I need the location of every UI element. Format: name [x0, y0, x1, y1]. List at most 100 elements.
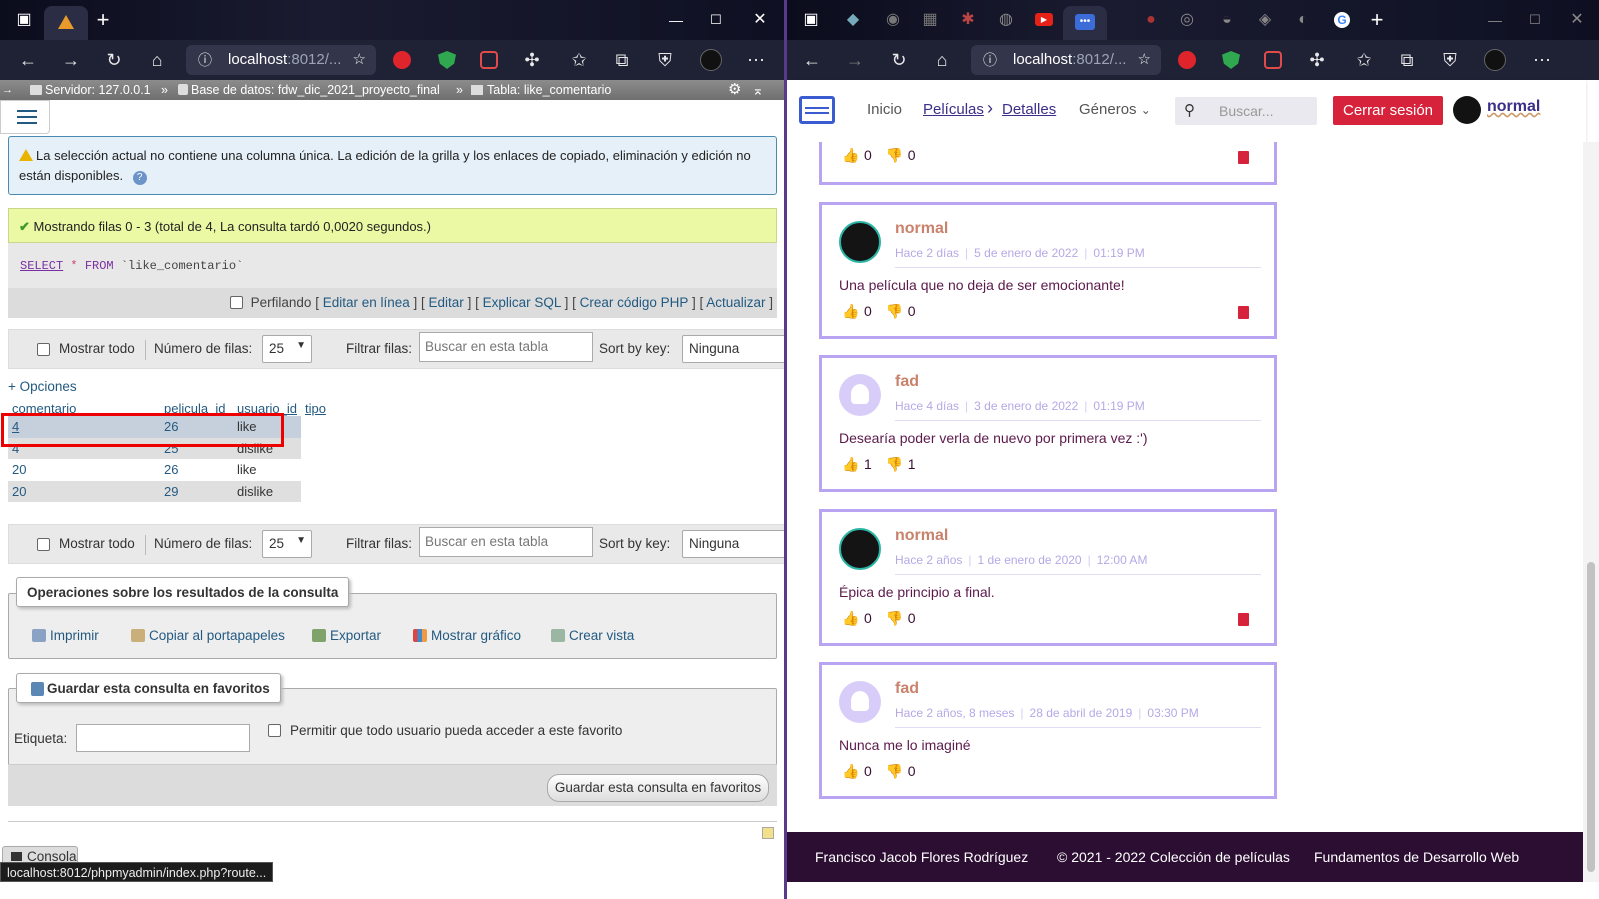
tab-phpmyadmin[interactable] [44, 6, 88, 40]
adblock-icon[interactable] [1178, 51, 1196, 69]
trash-icon[interactable] [1238, 306, 1249, 319]
vertical-scrollbar[interactable] [1583, 142, 1599, 882]
tab-favicon-icon[interactable]: ◐ [1295, 12, 1311, 28]
tab-actions-icon[interactable]: ▣ [803, 12, 819, 28]
php-code-link[interactable]: Crear código PHP [580, 295, 689, 310]
tab-active[interactable]: ••• [1063, 6, 1107, 40]
user-avatar[interactable] [1453, 96, 1481, 124]
refresh-link[interactable]: Actualizar [706, 295, 765, 310]
tab-favicon-icon[interactable]: ◆ [845, 12, 861, 28]
show-chart-link[interactable]: Mostrar gráfico [413, 628, 521, 643]
explain-sql-link[interactable]: Explicar SQL [483, 295, 561, 310]
thumbs-down-icon[interactable]: 👎 [886, 456, 903, 473]
collapse-top-icon[interactable]: ⌅ [752, 80, 764, 100]
column-header[interactable]: tipo [301, 400, 330, 416]
menu-toggle[interactable] [0, 100, 50, 134]
shield-extension-icon[interactable] [1222, 51, 1240, 69]
tab-favicon-icon[interactable]: ▦ [922, 12, 938, 28]
thumbs-up-icon[interactable]: 👍 [842, 763, 859, 780]
collapse-arrow-icon[interactable]: → [2, 80, 13, 100]
filter-input[interactable]: Buscar en esta tabla [419, 332, 593, 362]
close-window-icon[interactable]: ✕ [1569, 12, 1585, 28]
scrollbar-thumb[interactable] [1587, 562, 1595, 872]
nav-movies-link[interactable]: Películas [923, 101, 984, 118]
help-icon[interactable]: ? [132, 171, 147, 185]
reload-icon[interactable]: ↻ [104, 50, 124, 70]
new-tab-icon[interactable]: + [95, 9, 111, 31]
extensions-puzzle-icon[interactable]: ✣ [522, 50, 542, 70]
breadcrumb-database[interactable]: Base de datos: fdw_dic_2021_proyecto_fin… [191, 80, 440, 100]
sort-select[interactable]: Ninguna [682, 530, 800, 558]
table-row[interactable]: 20 29 dislike [8, 480, 330, 502]
bookmark-label-input[interactable] [76, 724, 250, 752]
thumbs-down-icon[interactable]: 👎 [886, 303, 903, 320]
console-toggle-icon[interactable] [762, 827, 774, 839]
google-tab-icon[interactable]: G [1334, 12, 1350, 28]
comment-username[interactable]: fad [895, 680, 919, 698]
cell-comentario[interactable]: 20 [8, 459, 160, 481]
sql-keyword[interactable]: SELECT [20, 259, 63, 273]
favorite-star-icon[interactable]: ☆ [353, 45, 366, 75]
tab-favicon-icon[interactable]: ◈ [1257, 12, 1273, 28]
home-icon[interactable]: ⌂ [932, 50, 952, 70]
forward-icon[interactable]: → [61, 50, 81, 70]
extensions-puzzle-icon[interactable]: ✣ [1307, 50, 1327, 70]
close-window-icon[interactable]: ✕ [752, 12, 768, 28]
youtube-tab-icon[interactable]: ▶ [1035, 13, 1053, 26]
thumbs-down-icon[interactable]: 👎 [886, 147, 903, 164]
more-menu-icon[interactable]: ⋯ [1532, 50, 1552, 70]
back-icon[interactable]: ← [802, 50, 822, 70]
logout-button[interactable]: Cerrar sesión [1333, 96, 1443, 125]
thumbs-up-icon[interactable]: 👍 [842, 610, 859, 627]
github-tab-icon[interactable]: ◎ [1179, 12, 1195, 28]
public-bookmark-checkbox[interactable] [268, 724, 281, 737]
browser-essentials-icon[interactable]: ⛨ [655, 50, 675, 70]
home-icon[interactable]: ⌂ [147, 50, 167, 70]
minimize-icon[interactable]: — [668, 12, 684, 28]
thumbs-down-icon[interactable]: 👎 [886, 763, 903, 780]
profile-avatar[interactable] [1484, 49, 1506, 71]
site-logo-icon[interactable] [799, 96, 835, 124]
site-info-icon[interactable]: ⓘ [983, 45, 997, 75]
profile-avatar[interactable] [700, 49, 722, 71]
save-bookmark-button[interactable]: Guardar esta consulta en favoritos [547, 774, 769, 802]
favorite-star-icon[interactable]: ☆ [1138, 45, 1151, 75]
options-link[interactable]: + Opciones [8, 379, 77, 394]
nav-home-link[interactable]: Inicio [867, 101, 902, 118]
adblock-icon[interactable] [393, 51, 411, 69]
shield-extension-icon[interactable] [438, 51, 456, 69]
rows-select[interactable]: 25 ▼ [262, 335, 312, 363]
show-all-checkbox[interactable] [37, 343, 50, 356]
comment-username[interactable]: normal [895, 220, 948, 238]
inline-edit-link[interactable]: Editar en línea [323, 295, 410, 310]
show-all-checkbox[interactable] [37, 538, 50, 551]
settings-gear-icon[interactable]: ⚙ [728, 80, 741, 100]
print-link[interactable]: Imprimir [32, 628, 99, 643]
breadcrumb-server[interactable]: Servidor: 127.0.0.1 [45, 80, 151, 100]
new-tab-icon[interactable]: + [1369, 9, 1385, 31]
sort-select[interactable]: Ninguna [682, 335, 800, 363]
thumbs-up-icon[interactable]: 👍 [842, 303, 859, 320]
search-box[interactable]: ⚲ Buscar... [1175, 97, 1317, 125]
profiling-checkbox[interactable] [229, 296, 243, 309]
user-name[interactable]: normal [1487, 98, 1540, 116]
comment-username[interactable]: fad [895, 373, 919, 391]
filter-input[interactable]: Buscar en esta tabla [419, 527, 593, 557]
comment-username[interactable]: normal [895, 527, 948, 545]
tab-favicon-icon[interactable]: ◍ [998, 12, 1014, 28]
collections-icon[interactable]: ⧉ [1397, 50, 1417, 70]
forward-icon[interactable]: → [845, 50, 865, 70]
tab-favicon-icon[interactable]: ● [1143, 12, 1159, 28]
reload-icon[interactable]: ↻ [889, 50, 909, 70]
edit-link[interactable]: Editar [429, 295, 464, 310]
copy-clipboard-link[interactable]: Copiar al portapapeles [131, 628, 285, 643]
minimize-icon[interactable]: — [1487, 12, 1503, 28]
tab-favicon-icon[interactable]: ◉ [885, 12, 901, 28]
tab-favicon-icon[interactable]: ✱ [960, 12, 976, 28]
cast-extension-icon[interactable] [480, 51, 498, 69]
favorites-icon[interactable]: ✩ [569, 50, 589, 70]
create-view-link[interactable]: Crear vista [551, 628, 634, 643]
export-link[interactable]: Exportar [312, 628, 381, 643]
maximize-icon[interactable]: ☐ [1527, 12, 1543, 28]
breadcrumb-table[interactable]: Tabla: like_comentario [487, 80, 611, 100]
